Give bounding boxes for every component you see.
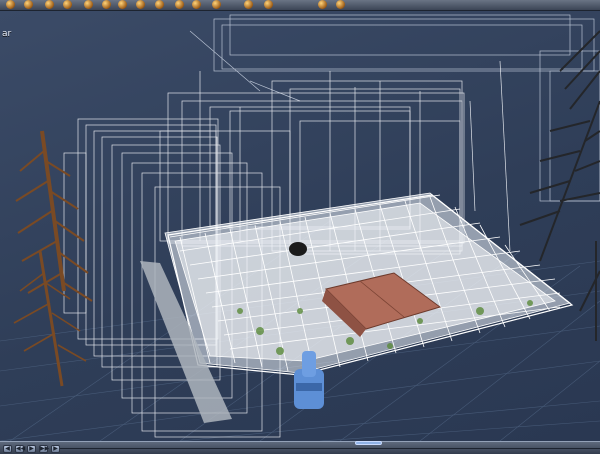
play-icon[interactable]: ▶ — [27, 445, 36, 453]
rewind-glyph: ◀◀ — [16, 445, 26, 452]
viewport-label: ar — [2, 29, 12, 39]
play-glyph: ▶ — [29, 445, 34, 452]
rewind-icon[interactable]: ◀◀ — [15, 445, 26, 453]
timeline-track[interactable] — [60, 448, 600, 449]
scene-render — [0, 14, 600, 441]
light-tool-icon[interactable] — [102, 0, 111, 9]
sphere-tool-icon[interactable] — [244, 0, 253, 9]
forward-glyph: ▶▶ — [40, 445, 50, 452]
app-window: ar ◀ ◀◀ ▶ ▶▶ ▶ — [0, 0, 600, 454]
select-tool-icon[interactable] — [63, 0, 72, 9]
pine-trees-left — [13, 130, 93, 387]
rotate-tool-icon[interactable] — [24, 0, 33, 9]
camera-tool-icon[interactable] — [84, 0, 93, 9]
timeline-handle[interactable] — [355, 441, 382, 445]
settings-tool-icon[interactable] — [318, 0, 327, 9]
move-tool-icon[interactable] — [6, 0, 15, 9]
next-frame-glyph: ▶ — [53, 445, 58, 452]
top-toolbar — [0, 0, 600, 11]
render-tool-icon[interactable] — [118, 0, 127, 9]
3d-viewport[interactable]: ar — [0, 11, 600, 441]
terrain-tool-icon[interactable] — [155, 0, 164, 9]
help-tool-icon[interactable] — [336, 0, 345, 9]
prev-frame-icon[interactable]: ◀ — [3, 445, 12, 453]
cube-tool-icon[interactable] — [264, 0, 273, 9]
dark-object — [289, 242, 307, 256]
plant-tool-icon[interactable] — [212, 0, 221, 9]
sky-tool-icon[interactable] — [175, 0, 184, 9]
object-tool-icon[interactable] — [192, 0, 201, 9]
scale-tool-icon[interactable] — [45, 0, 54, 9]
next-frame-icon[interactable]: ▶ — [51, 445, 60, 453]
material-tool-icon[interactable] — [136, 0, 145, 9]
forward-icon[interactable]: ▶▶ — [39, 445, 50, 453]
prev-frame-glyph: ◀ — [5, 445, 10, 452]
